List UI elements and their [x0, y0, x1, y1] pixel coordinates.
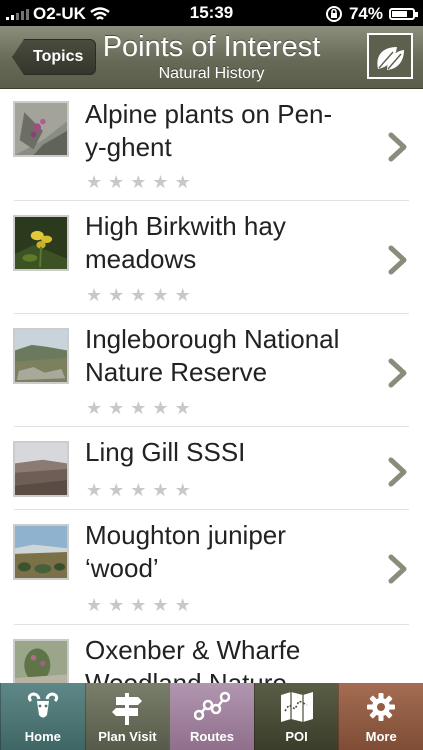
chevron-right-icon[interactable] [387, 358, 409, 388]
gear-icon [367, 693, 396, 721]
chevron-right-icon[interactable] [387, 554, 409, 584]
star-icon[interactable]: ★ [175, 173, 191, 191]
star-icon[interactable]: ★ [130, 399, 146, 417]
list-item[interactable]: Ling Gill SSSI ★ ★ ★ ★ ★ [0, 427, 423, 510]
poi-title: Ling Gill SSSI [85, 437, 246, 467]
chevron-right-icon[interactable] [387, 132, 409, 162]
poi-title: Moughton juniper ‘wood’ [85, 520, 286, 583]
star-icon[interactable]: ★ [108, 173, 124, 191]
poi-title: Oxenber & Wharfe Woodland Nature [85, 635, 301, 683]
rating-stars[interactable]: ★ ★ ★ ★ ★ [86, 399, 191, 417]
navigation-bar: Topics Points of Interest Natural Histor… [0, 26, 423, 89]
poi-thumbnail [13, 101, 69, 157]
tab-label: More [365, 729, 397, 744]
natural-history-button[interactable] [367, 33, 413, 79]
tab-label: Plan Visit [98, 729, 157, 744]
star-icon[interactable]: ★ [152, 596, 168, 614]
star-icon[interactable]: ★ [175, 286, 191, 304]
poi-thumbnail [13, 524, 69, 580]
poi-list: Alpine plants on Pen-y-ghent ★ ★ ★ ★ ★ High … [0, 89, 423, 683]
star-icon[interactable]: ★ [152, 399, 168, 417]
list-item[interactable]: High Birkwith hay meadows ★ ★ ★ ★ ★ [0, 201, 423, 314]
star-icon[interactable]: ★ [130, 286, 146, 304]
chevron-right-icon[interactable] [387, 245, 409, 275]
poi-title: Ingleborough National Nature Reserve [85, 324, 340, 387]
leaf-icon [377, 47, 404, 70]
tab-label: POI [285, 729, 308, 744]
list-item[interactable]: Ingleborough National Nature Reserve ★ ★ ★ ★… [0, 314, 423, 427]
rating-stars[interactable]: ★ ★ ★ ★ ★ [86, 481, 191, 499]
poi-thumbnail [13, 215, 69, 271]
poi-title: Alpine plants on Pen-y-ghent [85, 99, 333, 162]
tab-bar: Home Plan Visit Routes POI More [0, 683, 423, 750]
star-icon[interactable]: ★ [86, 286, 102, 304]
poi-title: High Birkwith hay meadows [85, 211, 286, 274]
signpost-icon [112, 693, 143, 725]
chevron-right-icon[interactable] [387, 457, 409, 487]
star-icon[interactable]: ★ [108, 596, 124, 614]
poi-thumbnail [13, 441, 69, 497]
rating-stars[interactable]: ★ ★ ★ ★ ★ [86, 286, 191, 304]
tab-routes[interactable]: Routes [169, 683, 254, 750]
star-icon[interactable]: ★ [175, 481, 191, 499]
rating-stars[interactable]: ★ ★ ★ ★ ★ [86, 596, 191, 614]
list-item[interactable]: Moughton juniper ‘wood’ ★ ★ ★ ★ ★ [0, 510, 423, 625]
ram-icon [27, 692, 58, 718]
star-icon[interactable]: ★ [108, 481, 124, 499]
star-icon[interactable]: ★ [86, 399, 102, 417]
map-icon [280, 692, 313, 722]
star-icon[interactable]: ★ [130, 596, 146, 614]
star-icon[interactable]: ★ [108, 399, 124, 417]
list-item[interactable]: Alpine plants on Pen-y-ghent ★ ★ ★ ★ ★ [0, 89, 423, 201]
rotation-lock-icon [325, 6, 342, 22]
star-icon[interactable]: ★ [175, 596, 191, 614]
star-icon[interactable]: ★ [86, 596, 102, 614]
star-icon[interactable]: ★ [130, 173, 146, 191]
status-bar: O2-UK 15:39 74% [0, 0, 423, 26]
star-icon[interactable]: ★ [86, 481, 102, 499]
battery-percent: 74% [348, 4, 383, 23]
tab-poi[interactable]: POI [253, 683, 339, 750]
list-item[interactable]: Oxenber & Wharfe Woodland Nature [0, 625, 423, 683]
tab-label: Home [24, 729, 61, 744]
tab-more[interactable]: More [338, 683, 423, 750]
star-icon[interactable]: ★ [152, 286, 168, 304]
page-title: Points of Interest [102, 31, 321, 63]
poi-thumbnail [13, 639, 69, 683]
star-icon[interactable]: ★ [108, 286, 124, 304]
tab-plan-visit[interactable]: Plan Visit [84, 683, 170, 750]
tab-home[interactable]: Home [0, 683, 85, 750]
route-icon [193, 691, 230, 721]
poi-thumbnail [13, 328, 69, 384]
battery-icon [389, 8, 418, 20]
star-icon[interactable]: ★ [152, 481, 168, 499]
star-icon[interactable]: ★ [86, 173, 102, 191]
page-subtitle: Natural History [158, 65, 265, 82]
tab-label: Routes [189, 729, 235, 744]
rating-stars[interactable]: ★ ★ ★ ★ ★ [86, 173, 191, 191]
star-icon[interactable]: ★ [175, 399, 191, 417]
star-icon[interactable]: ★ [130, 481, 146, 499]
star-icon[interactable]: ★ [152, 173, 168, 191]
